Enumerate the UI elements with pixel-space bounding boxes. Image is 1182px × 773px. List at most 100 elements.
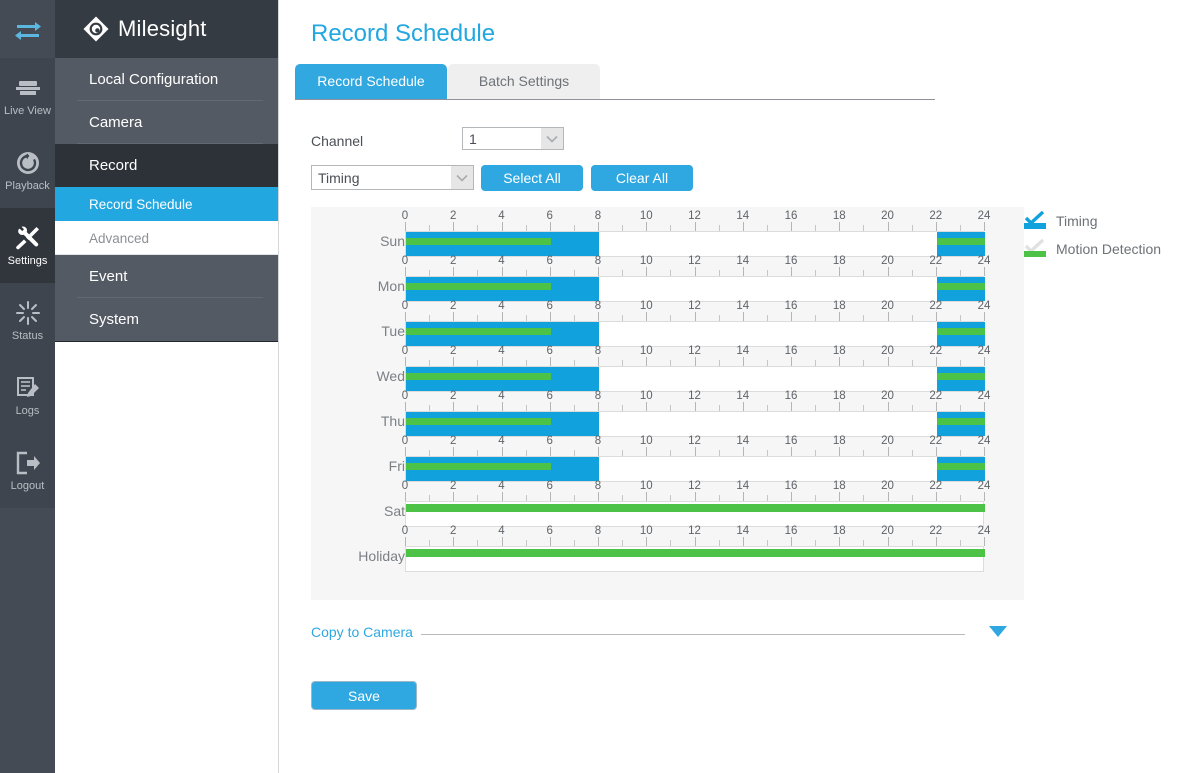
- motion-detection-segment[interactable]: [406, 283, 551, 290]
- motion-detection-segment[interactable]: [406, 463, 551, 470]
- axis-tick-label: 10: [640, 255, 653, 267]
- clear-all-button[interactable]: Clear All: [591, 165, 693, 191]
- legend-item[interactable]: Motion Detection: [1024, 235, 1182, 263]
- tab-batch-settings[interactable]: Batch Settings: [448, 64, 600, 99]
- motion-detection-segment[interactable]: [406, 418, 551, 425]
- channel-select[interactable]: 1: [462, 127, 564, 150]
- schedule-row[interactable]: Sun024681012141618202224: [311, 207, 1024, 252]
- motion-detection-segment[interactable]: [937, 418, 985, 425]
- motion-detection-segment[interactable]: [937, 238, 985, 245]
- axis-tick: [598, 222, 599, 231]
- axis-tick-label: 10: [640, 210, 653, 222]
- axis-tick: [453, 402, 454, 411]
- rail-item-status[interactable]: Status: [0, 283, 55, 358]
- axis-tick-label: 16: [785, 255, 798, 267]
- motion-detection-segment[interactable]: [937, 328, 985, 335]
- rail-item-logs[interactable]: Logs: [0, 358, 55, 433]
- schedule-track[interactable]: [405, 546, 984, 572]
- schedule-grid[interactable]: Sun024681012141618202224Mon0246810121416…: [311, 207, 1024, 600]
- motion-detection-segment[interactable]: [406, 328, 551, 335]
- schedule-row[interactable]: Holiday024681012141618202224: [311, 522, 1024, 567]
- axis-tick-label: 6: [547, 300, 553, 312]
- tab-record-schedule[interactable]: Record Schedule: [295, 64, 447, 99]
- legend-item[interactable]: Timing: [1024, 207, 1182, 235]
- axis-tick: [839, 267, 840, 276]
- sidebar-item-record-schedule[interactable]: Record Schedule: [55, 187, 279, 221]
- select-all-button[interactable]: Select All: [481, 165, 583, 191]
- axis-tick: [598, 447, 599, 456]
- sidebar-item-advanced[interactable]: Advanced: [55, 221, 279, 255]
- rail-label-logout: Logout: [11, 481, 45, 492]
- axis-tick-label: 12: [688, 525, 701, 537]
- axis-tick-label: 18: [833, 255, 846, 267]
- axis-tick: [646, 537, 647, 546]
- axis-tick: [839, 357, 840, 366]
- motion-detection-segment[interactable]: [406, 238, 551, 245]
- schedule-row[interactable]: Wed024681012141618202224: [311, 342, 1024, 387]
- motion-detection-segment[interactable]: [937, 373, 985, 380]
- motion-detection-segment[interactable]: [406, 504, 985, 512]
- rail-item-logout[interactable]: Logout: [0, 433, 55, 508]
- rail-item-live-view[interactable]: Live View: [0, 58, 55, 133]
- motion-detection-segment[interactable]: [937, 283, 985, 290]
- axis-tick-label: 8: [595, 300, 601, 312]
- schedule-row[interactable]: Tue024681012141618202224: [311, 297, 1024, 342]
- brand-name: Milesight: [118, 16, 207, 42]
- axis-tick-label: 16: [785, 210, 798, 222]
- rail-label-status: Status: [12, 331, 43, 342]
- axis-tick-label: 8: [595, 210, 601, 222]
- schedule-row[interactable]: Sat024681012141618202224: [311, 477, 1024, 522]
- sidebar-label-camera: Camera: [89, 114, 142, 131]
- motion-detection-segment[interactable]: [406, 549, 985, 557]
- chevron-down-icon[interactable]: [989, 626, 1007, 637]
- axis-tick-label: 20: [881, 435, 894, 447]
- sidebar-item-record[interactable]: Record: [55, 144, 279, 187]
- axis-tick-label: 2: [450, 300, 456, 312]
- axis-tick: [405, 222, 406, 231]
- axis-tick-label: 20: [881, 255, 894, 267]
- schedule-type-select[interactable]: Timing: [311, 165, 474, 190]
- motion-detection-segment[interactable]: [406, 373, 551, 380]
- schedule-row[interactable]: Fri024681012141618202224: [311, 432, 1024, 477]
- sidebar-item-local-configuration[interactable]: Local Configuration: [55, 58, 279, 101]
- sidebar-label-record: Record: [89, 157, 137, 174]
- legend-swatch: [1024, 239, 1046, 259]
- schedule-row-label: Holiday: [327, 548, 405, 564]
- schedule-row[interactable]: Thu024681012141618202224: [311, 387, 1024, 432]
- axis-tick-label: 10: [640, 300, 653, 312]
- axis-tick: [936, 267, 937, 276]
- sidebar-item-system[interactable]: System: [55, 298, 279, 341]
- sidebar-toggle-button[interactable]: [0, 0, 55, 58]
- axis-tick-label: 8: [595, 525, 601, 537]
- axis-tick: [791, 267, 792, 276]
- axis-tick: [646, 222, 647, 231]
- axis-tick-label: 16: [785, 300, 798, 312]
- status-icon: [15, 300, 41, 326]
- rail-item-settings[interactable]: Settings: [0, 208, 55, 283]
- axis-tick-label: 24: [978, 480, 991, 492]
- rail-item-playback[interactable]: Playback: [0, 133, 55, 208]
- axis-tick-label: 6: [547, 480, 553, 492]
- axis-tick: [453, 447, 454, 456]
- axis-tick: [936, 402, 937, 411]
- motion-detection-segment[interactable]: [937, 463, 985, 470]
- sidebar-empty-area: [55, 341, 279, 773]
- axis-tick: [405, 447, 406, 456]
- axis-tick: [791, 537, 792, 546]
- axis-tick-label: 18: [833, 345, 846, 357]
- axis-tick: [936, 357, 937, 366]
- axis-tick: [791, 447, 792, 456]
- axis-tick-label: 6: [547, 210, 553, 222]
- schedule-row[interactable]: Mon024681012141618202224: [311, 252, 1024, 297]
- axis-tick: [743, 447, 744, 456]
- time-axis: 024681012141618202224: [405, 258, 984, 276]
- axis-tick: [550, 447, 551, 456]
- axis-tick: [453, 492, 454, 501]
- sidebar-item-camera[interactable]: Camera: [55, 101, 279, 144]
- sidebar-item-event[interactable]: Event: [55, 255, 279, 298]
- axis-tick: [839, 312, 840, 321]
- axis-tick: [984, 222, 985, 231]
- save-button[interactable]: Save: [311, 681, 417, 710]
- copy-to-camera-link[interactable]: Copy to Camera: [311, 624, 413, 640]
- axis-tick-label: 10: [640, 525, 653, 537]
